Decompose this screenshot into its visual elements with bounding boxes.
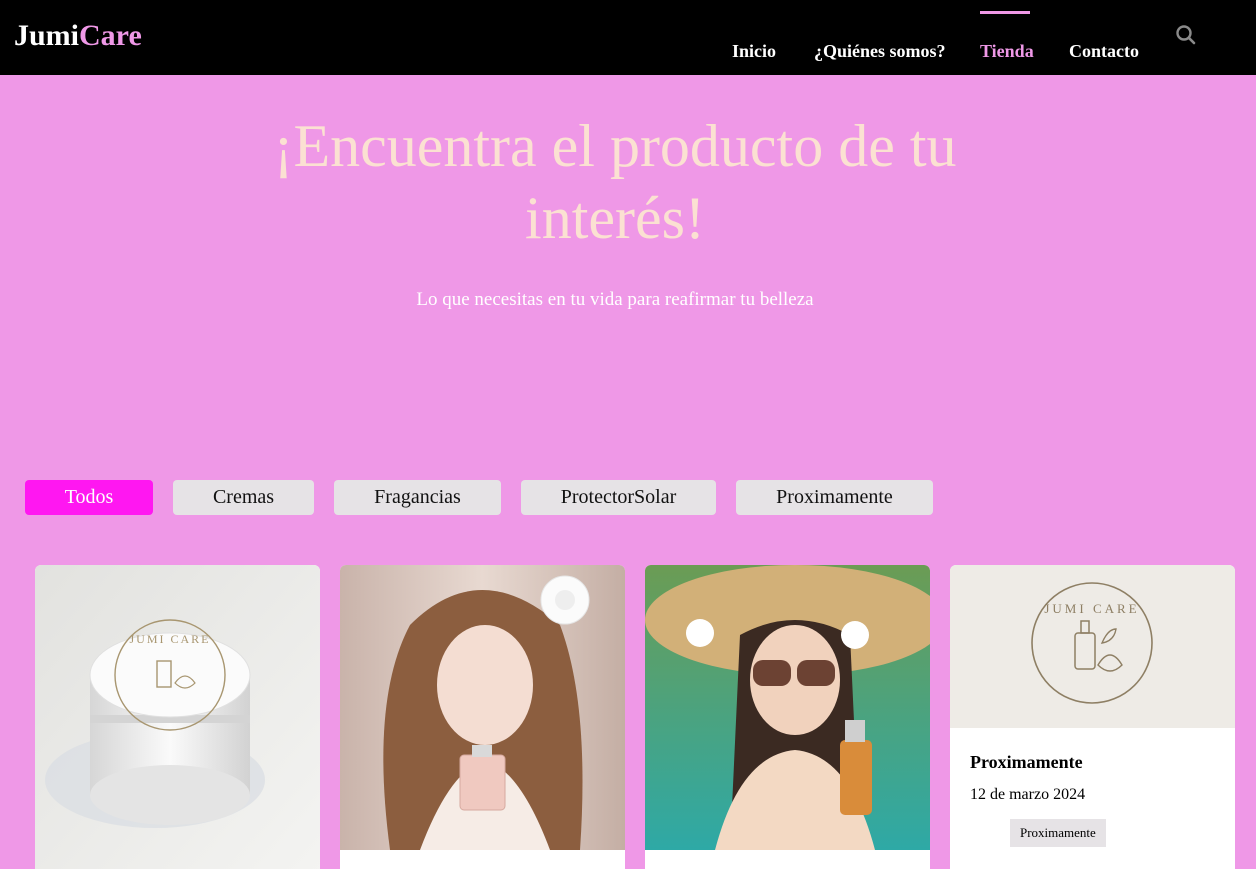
hero-subtitle: Lo que necesitas en tu vida para reafirm… — [416, 289, 814, 310]
product-card-sunscreen[interactable] — [645, 565, 930, 869]
fragrance-model-image — [340, 565, 625, 869]
nav-link-tienda[interactable]: Tienda — [980, 40, 1034, 62]
product-card-proximamente[interactable]: JUMI CARE Proximamente 12 de marzo 2024 … — [950, 565, 1235, 869]
card-body: Proximamente 12 de marzo 2024 Proximamen… — [950, 728, 1235, 869]
filter-cremas-button[interactable]: Cremas — [173, 480, 314, 515]
svg-text:JUMI CARE: JUMI CARE — [1044, 601, 1139, 616]
card-title: Proximamente — [970, 752, 1083, 772]
sunscreen-model-image — [645, 565, 930, 869]
brand-logo-part2: Care — [79, 19, 142, 52]
svg-text:JUMI CARE: JUMI CARE — [129, 632, 210, 646]
brand-logo[interactable]: JumiCare — [14, 18, 142, 54]
brand-logo-part1: Jumi — [14, 19, 80, 52]
jumi-care-logo-image: JUMI CARE — [950, 565, 1235, 728]
nav-link-inicio[interactable]: Inicio — [732, 40, 776, 62]
card-date: 12 de marzo 2024 — [970, 786, 1086, 803]
filter-todos-button[interactable]: Todos — [25, 480, 153, 515]
product-card-fragrance[interactable] — [340, 565, 625, 869]
filter-protector-solar-button[interactable]: ProtectorSolar — [521, 480, 716, 515]
product-card-cream[interactable]: JUMI CARE — [35, 565, 320, 869]
nav-active-indicator — [980, 11, 1030, 14]
filter-proximamente-button[interactable]: Proximamente — [736, 480, 933, 515]
nav-link-quienes-somos[interactable]: ¿Quiénes somos? — [814, 40, 946, 62]
card-category-badge[interactable]: Proximamente — [1010, 819, 1106, 847]
filter-fragancias-button[interactable]: Fragancias — [334, 480, 501, 515]
nav-link-contacto[interactable]: Contacto — [1069, 40, 1139, 62]
search-icon[interactable] — [1175, 24, 1197, 46]
top-navbar: JumiCare Inicio ¿Quiénes somos? Tienda C… — [0, 0, 1256, 75]
hero-title: ¡Encuentra el producto de tu interés! — [273, 113, 957, 251]
cream-jar-image: JUMI CARE — [35, 565, 320, 869]
